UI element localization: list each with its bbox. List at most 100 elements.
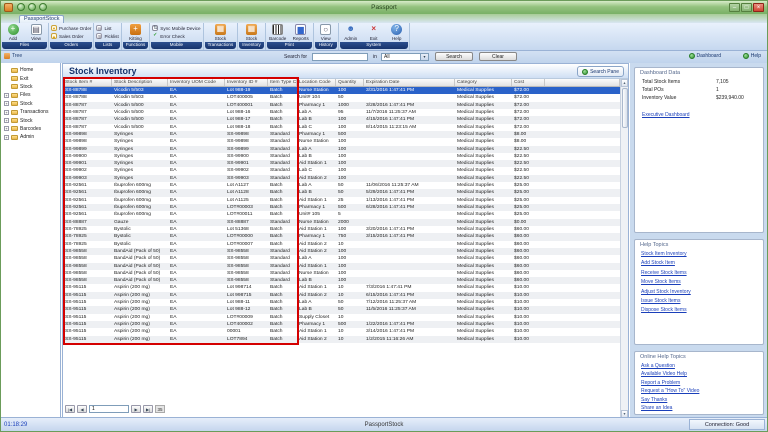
column-header-stock-description[interactable]: Stock Description xyxy=(112,79,168,86)
column-header-cost[interactable]: Cost xyxy=(512,79,545,86)
maximize-button[interactable]: □ xyxy=(741,3,752,12)
sync-mobile-device-button[interactable]: ⇅Sync Mobile Device xyxy=(151,24,201,32)
search-button[interactable]: Search xyxy=(435,52,473,61)
tree-expand-icon[interactable]: + xyxy=(4,126,9,131)
table-row[interactable]: SS-99898SyringesEASS-99898StandardPharma… xyxy=(63,131,620,138)
table-row[interactable]: SS-98558BandAid (Pack of 50)EASS-98558St… xyxy=(63,277,620,284)
sidebar-item-exit[interactable]: Exit xyxy=(1,74,60,82)
tree-expand-icon[interactable]: + xyxy=(4,118,9,123)
table-row[interactable]: SS-95115Aspirin (200 mg)EA00001BatchAid … xyxy=(63,328,620,335)
column-header-stock-item[interactable]: Stock Item # xyxy=(63,79,112,86)
column-header-item-type-code[interactable]: Item Type Code xyxy=(268,79,297,86)
kitting-button[interactable]: +Kitting xyxy=(124,24,146,41)
reports-button[interactable]: ▆Reports xyxy=(290,24,312,41)
table-row[interactable]: SS-99898SyringesEASS-99898StandardNurse … xyxy=(63,138,620,145)
table-row[interactable]: SS-78925BystolicEALOT#00000BatchPharmacy… xyxy=(63,233,620,240)
minimize-button[interactable]: – xyxy=(729,3,740,12)
executive-dashboard-link[interactable]: Executive Dashboard xyxy=(642,112,690,118)
table-row[interactable]: SS-98558BandAid (Pack of 50)EASS-98558St… xyxy=(63,248,620,255)
sales-order-button[interactable]: ▲Sales Order xyxy=(50,32,85,40)
help-link-available-video-help[interactable]: Available Video Help xyxy=(641,371,759,379)
table-row[interactable]: SS-78925BystolicEALOT#00007BatchAid Stat… xyxy=(63,241,620,248)
table-row[interactable]: SS-95115Aspirin (200 mg)EALOT400002Batch… xyxy=(63,321,620,328)
sidebar-item-stock[interactable]: Stock xyxy=(1,83,60,91)
clear-button[interactable]: Clear xyxy=(479,52,517,61)
previous-page-button[interactable]: ◀ xyxy=(77,405,87,413)
sidebar-item-barcodes[interactable]: +Barcodes xyxy=(1,125,60,133)
admin-button[interactable]: ☻Admin xyxy=(340,24,362,41)
table-row[interactable]: SS-98558BandAid (Pack of 50)EASS-98558St… xyxy=(63,270,620,277)
help-link-stock-item-inventory[interactable]: Stock Item Inventory xyxy=(641,251,759,260)
next-page-button[interactable]: ▶ xyxy=(131,405,141,413)
stock-button[interactable]: ▦Stock xyxy=(240,24,262,41)
tree-expand-icon[interactable]: + xyxy=(4,93,9,98)
table-row[interactable]: SS-95115Aspirin (200 mg)EALot 998715Batc… xyxy=(63,292,620,299)
table-row[interactable]: SS-88787Vicodin 5/500EALot 988-17BatchLa… xyxy=(63,116,620,123)
column-header-category[interactable]: Category xyxy=(455,79,512,86)
table-row[interactable]: SS-88787Vicodin 5/500EALot 988-18BatchLa… xyxy=(63,124,620,131)
table-row[interactable]: SS-92561Ibuprofen 600mgEALOT#00003BatchP… xyxy=(63,204,620,211)
table-row[interactable]: SS-92561Ibuprofen 600mgEALot A1125BatchA… xyxy=(63,197,620,204)
sidebar-item-admin[interactable]: +Admin xyxy=(1,133,60,141)
help-link-share-an-idea[interactable]: Share an Idea xyxy=(641,405,759,413)
search-pane-button[interactable]: Search Pane xyxy=(577,66,624,77)
table-row[interactable]: SS-98558BandAid (Pack of 50)EASS-98558St… xyxy=(63,255,620,262)
table-row[interactable]: SS-88787Vicodin 5/500EALot 988-16BatchLa… xyxy=(63,109,620,116)
sidebar-item-files[interactable]: +Files xyxy=(1,91,60,99)
tree-expand-icon[interactable]: + xyxy=(4,135,9,140)
table-row[interactable]: SS-88787Vicodin 5/500EALOT400001BatchPha… xyxy=(63,102,620,109)
barcode-button[interactable]: Barcode xyxy=(267,24,289,41)
error-check-button[interactable]: ✓Error Check xyxy=(151,32,186,40)
help-link-issue-stock-items[interactable]: Issue Stock Items xyxy=(641,298,759,307)
list-button[interactable]: ▤List xyxy=(95,24,112,32)
column-header-quantity[interactable]: Quantity xyxy=(336,79,364,86)
exit-button[interactable]: ×Exit xyxy=(363,24,385,41)
help-link-move-stock-items[interactable]: Move Stock Items xyxy=(641,279,759,288)
table-row[interactable]: SS-99903SyringesEASS-99903StandardAid St… xyxy=(63,175,620,182)
help-link-say-thanks[interactable]: Say Thanks xyxy=(641,397,759,405)
help-link-ask-a-question[interactable]: Ask a Question xyxy=(641,363,759,371)
close-button[interactable]: × xyxy=(753,3,764,12)
purchase-order-button[interactable]: ▼Purchase Order xyxy=(50,24,92,32)
tree-panel-header[interactable]: Tree xyxy=(4,53,22,59)
help-link-report-a-problem[interactable]: Report a Problem xyxy=(641,380,759,388)
tree-expand-icon[interactable]: + xyxy=(4,101,9,106)
table-row[interactable]: SS-88788Vicodin 5/503EALot 988-19BatchNu… xyxy=(63,87,620,94)
view-button[interactable]: ▤View xyxy=(25,24,47,41)
help-link-request-a-how-to-video[interactable]: Request a "How To" Video xyxy=(641,388,759,396)
table-row[interactable]: SS-99901SyringesEASS-99901StandardAid St… xyxy=(63,160,620,167)
table-row[interactable]: SS-88887GauzeEASS-88887StandardNurse Sta… xyxy=(63,219,620,226)
add-button[interactable]: +Add xyxy=(2,24,24,41)
tree-expand-icon[interactable]: + xyxy=(4,110,9,115)
sidebar-item-stock[interactable]: +Stock xyxy=(1,116,60,124)
help-link-adjust-stock-inventory[interactable]: Adjust Stock Inventory xyxy=(641,289,759,298)
view-button[interactable]: ○View xyxy=(315,24,337,41)
vertical-scrollbar[interactable]: ▲ ▼ xyxy=(620,79,628,418)
page-number-input[interactable] xyxy=(89,405,129,413)
table-row[interactable]: SS-92561Ibuprofen 600mgEALot A1127BatchL… xyxy=(63,182,620,189)
column-header-location-code[interactable]: Location Code xyxy=(297,79,336,86)
picklist-button[interactable]: ▥Picklist xyxy=(95,32,119,40)
scrollbar-thumb[interactable] xyxy=(622,88,628,128)
help-link-add-stock-item[interactable]: Add Stock Item xyxy=(641,260,759,269)
table-row[interactable]: SS-95115Aspirin (200 mg)EALot 988-12Batc… xyxy=(63,306,620,313)
table-row[interactable]: SS-78925BystolicEALot 51368BatchAid Stat… xyxy=(63,226,620,233)
sidebar-item-home[interactable]: Home xyxy=(1,66,60,74)
table-row[interactable]: SS-95115Aspirin (200 mg)EALot 998714Batc… xyxy=(63,284,620,291)
table-row[interactable]: SS-98558BandAid (Pack of 50)EASS-98558St… xyxy=(63,263,620,270)
table-row[interactable]: SS-92561Ibuprofen 600mgEALOT#00011BatchU… xyxy=(63,211,620,218)
column-header-expiration-date[interactable]: Expiration Date xyxy=(364,79,455,86)
table-row[interactable]: SS-95115Aspirin (200 mg)EALot 988-11Batc… xyxy=(63,299,620,306)
table-row[interactable]: SS-95115Aspirin (200 mg)EALOT#00009Batch… xyxy=(63,314,620,321)
table-row[interactable]: SS-95115Aspirin (200 mg)EALOT7894BatchAi… xyxy=(63,336,620,343)
column-header-inventory-uom-code[interactable]: Inventory UOM Code xyxy=(168,79,225,86)
table-row[interactable]: SS-99902SyringesEASS-99902StandardLab C1… xyxy=(63,167,620,174)
table-row[interactable]: SS-99900SyringesEASS-99900StandardLab B1… xyxy=(63,153,620,160)
help-button[interactable]: ?Help xyxy=(386,24,408,41)
tab-passportstock[interactable]: PassportStock xyxy=(19,15,64,23)
dashboard-toggle-button[interactable]: Dashboard xyxy=(689,53,721,59)
help-link-receive-stock-items[interactable]: Receive Stock Items xyxy=(641,270,759,279)
search-scope-select[interactable]: All ▼ xyxy=(381,53,429,61)
scroll-up-icon[interactable]: ▲ xyxy=(621,79,628,87)
column-header-inventory-id[interactable]: Inventory ID # xyxy=(225,79,268,86)
